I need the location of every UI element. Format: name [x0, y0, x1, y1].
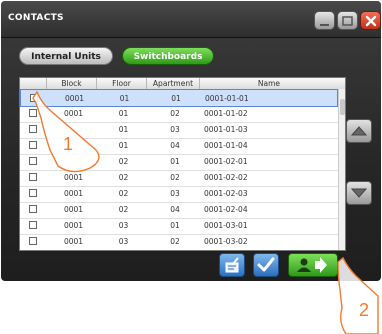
cell-block: [50, 137, 97, 154]
cell-floor: 02: [118, 173, 129, 182]
cell-floor: 02: [118, 189, 129, 198]
row-checkbox[interactable]: [29, 205, 37, 213]
cell-name: 0001-01-04: [204, 141, 248, 150]
cell-name: 0001-02-02: [204, 173, 248, 182]
callout-2-number: 2: [359, 300, 370, 320]
cell-apartment: 01: [170, 221, 180, 230]
tab-switchboards[interactable]: Switchboards: [122, 47, 214, 65]
close-button[interactable]: [360, 11, 381, 30]
cell-name: 0001-01-02: [204, 109, 248, 118]
minimize-button[interactable]: [314, 11, 335, 30]
callout-1-number: 1: [63, 134, 74, 154]
call-contact-button[interactable]: [288, 253, 338, 277]
header-apartment[interactable]: Apartment: [147, 78, 200, 89]
row-checkbox[interactable]: [29, 173, 37, 181]
scrollbar-thumb[interactable]: [340, 99, 345, 115]
row-checkbox[interactable]: [29, 189, 37, 197]
cell-block: [50, 121, 97, 138]
cell-floor: 02: [118, 157, 129, 166]
cell-apartment: 03: [170, 189, 180, 198]
cell-block: 0001: [63, 189, 84, 198]
cell-block: [50, 153, 97, 170]
cell-apartment: 03: [170, 125, 180, 134]
close-icon: [365, 15, 377, 27]
cell-apartment: 02: [170, 109, 180, 118]
cell-floor: 02: [118, 205, 129, 214]
cell-apartment: 02: [170, 237, 180, 246]
row-checkbox[interactable]: [30, 94, 38, 102]
cell-block: 0001: [63, 173, 84, 182]
row-checkbox[interactable]: [29, 141, 37, 149]
contacts-window: CONTACTS Internal Units Switchboards Blo…: [1, 1, 381, 281]
row-checkbox[interactable]: [29, 109, 37, 117]
table-scrollbar[interactable]: [338, 89, 345, 250]
tab-internal-units[interactable]: Internal Units: [19, 47, 113, 65]
cell-apartment: 04: [170, 205, 180, 214]
row-checkbox[interactable]: [29, 237, 37, 245]
header-block[interactable]: Block: [47, 78, 97, 89]
cell-apartment: 04: [170, 141, 180, 150]
cell-block: 0001: [63, 205, 84, 214]
cell-apartment: 02: [170, 173, 180, 182]
cell-floor: 03: [118, 237, 129, 246]
cell-floor: 01: [118, 109, 129, 118]
cell-name: 0001-01-03: [204, 125, 248, 134]
maximize-button[interactable]: [337, 11, 358, 30]
cell-block: 0001: [63, 221, 84, 230]
scroll-up-button[interactable]: [346, 119, 372, 143]
cell-name: 0001-02-03: [204, 189, 248, 198]
title-bar: CONTACTS: [1, 1, 381, 38]
edit-list-icon: [225, 257, 239, 273]
arrow-down-icon: [350, 188, 368, 198]
cell-floor: 01: [118, 125, 129, 134]
arrow-up-icon: [350, 126, 368, 136]
minimize-icon: [320, 24, 329, 26]
cell-floor: 03: [118, 221, 129, 230]
cell-name: 0001-02-01: [204, 157, 248, 166]
contacts-table: Block Floor Apartment Name 0001 01 01 0001-…: [19, 77, 346, 251]
cell-apartment: 01: [170, 157, 180, 166]
header-floor[interactable]: Floor: [97, 78, 147, 89]
window-title: CONTACTS: [8, 13, 64, 23]
row-checkbox[interactable]: [29, 157, 37, 165]
cell-floor: 01: [118, 141, 129, 150]
table-row[interactable]: 0001 03 02 0001-03-02: [20, 233, 338, 250]
edit-list-button[interactable]: [219, 253, 245, 277]
cell-block: 0001: [63, 237, 84, 246]
maximize-icon: [342, 16, 353, 26]
header-name[interactable]: Name: [200, 78, 338, 89]
checkmark-icon: [257, 257, 275, 272]
cell-name: 0001-03-01: [204, 221, 248, 230]
confirm-button[interactable]: [253, 253, 279, 277]
scroll-down-button[interactable]: [346, 181, 372, 205]
header-check-column: [20, 78, 47, 89]
row-checkbox[interactable]: [29, 125, 37, 133]
cell-name: 0001-03-02: [204, 237, 248, 246]
cell-block: 0001: [63, 109, 84, 118]
cell-name: 0001-02-04: [204, 205, 248, 214]
contact-call-icon: [297, 257, 327, 273]
row-checkbox[interactable]: [29, 221, 37, 229]
